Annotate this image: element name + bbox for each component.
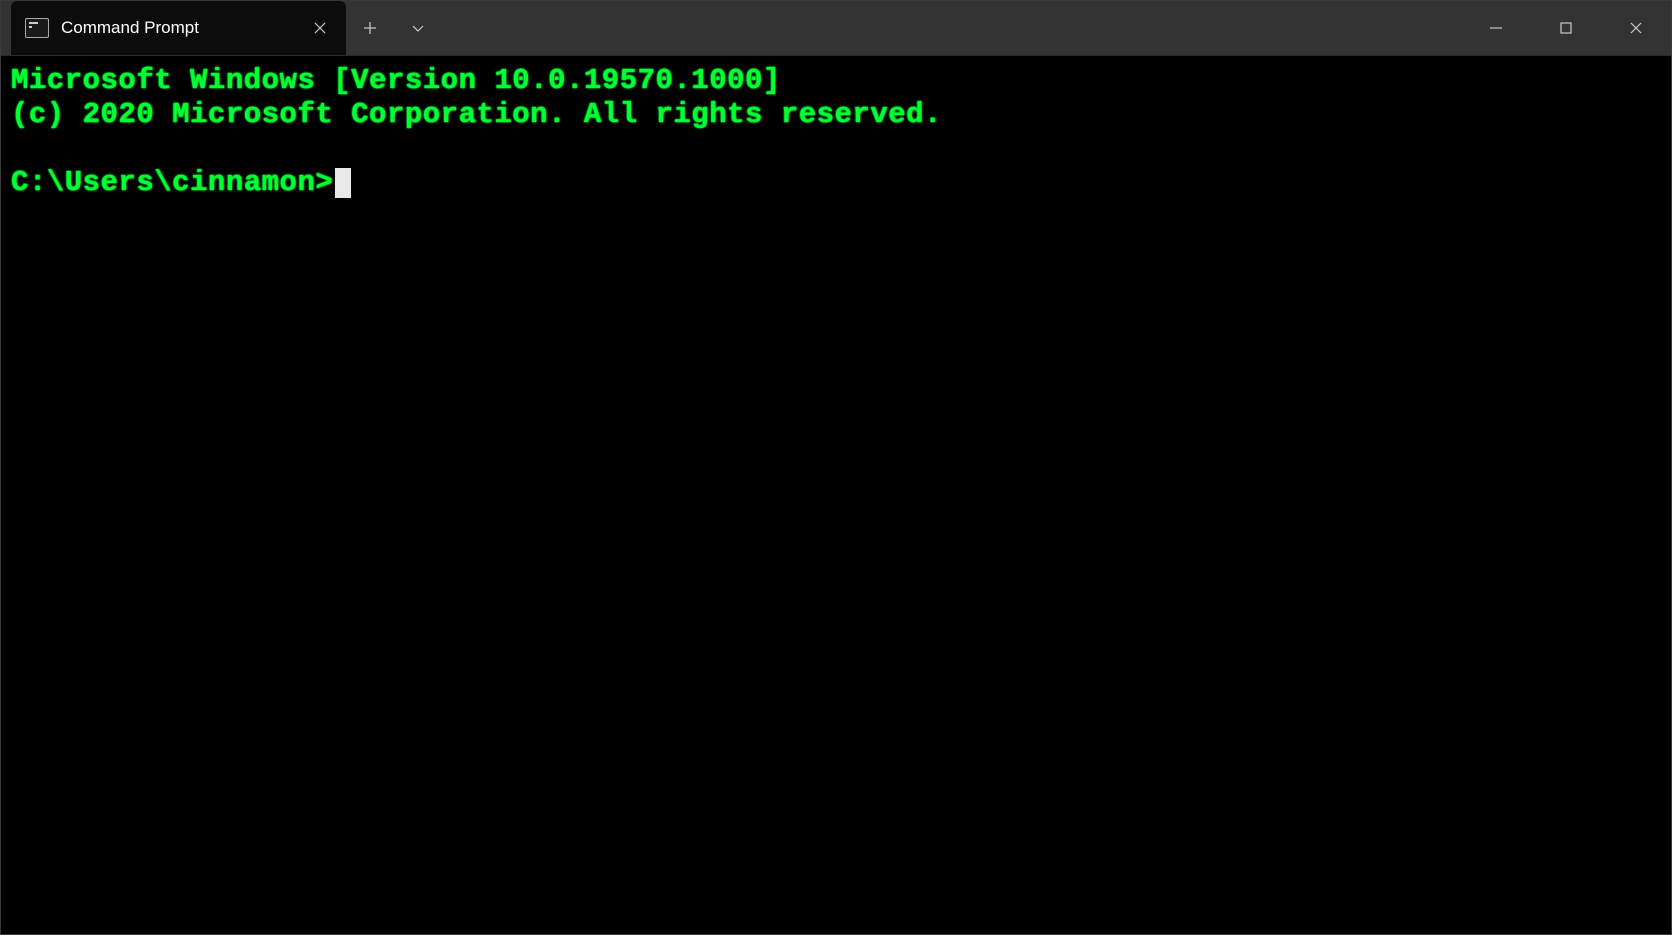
tab-title: Command Prompt xyxy=(61,18,294,38)
tab-command-prompt[interactable]: Command Prompt xyxy=(11,1,346,55)
new-tab-button[interactable] xyxy=(346,1,394,55)
terminal-window: Command Prompt Microsoft Win xyxy=(0,0,1672,935)
prompt-line: C:\Users\cinnamon> xyxy=(11,166,351,200)
maximize-button[interactable] xyxy=(1531,1,1601,55)
terminal-line: Microsoft Windows [Version 10.0.19570.10… xyxy=(11,64,781,97)
minimize-button[interactable] xyxy=(1461,1,1531,55)
terminal-output[interactable]: Microsoft Windows [Version 10.0.19570.10… xyxy=(1,56,1671,934)
tab-strip: Command Prompt xyxy=(1,1,1461,55)
tab-close-button[interactable] xyxy=(306,14,334,42)
title-bar: Command Prompt xyxy=(1,1,1671,56)
cursor xyxy=(335,168,351,198)
terminal-line: (c) 2020 Microsoft Corporation. All righ… xyxy=(11,98,942,131)
command-prompt-icon xyxy=(25,18,49,38)
prompt-text: C:\Users\cinnamon> xyxy=(11,166,333,200)
tab-dropdown-button[interactable] xyxy=(394,1,442,55)
window-controls xyxy=(1461,1,1671,55)
close-window-button[interactable] xyxy=(1601,1,1671,55)
